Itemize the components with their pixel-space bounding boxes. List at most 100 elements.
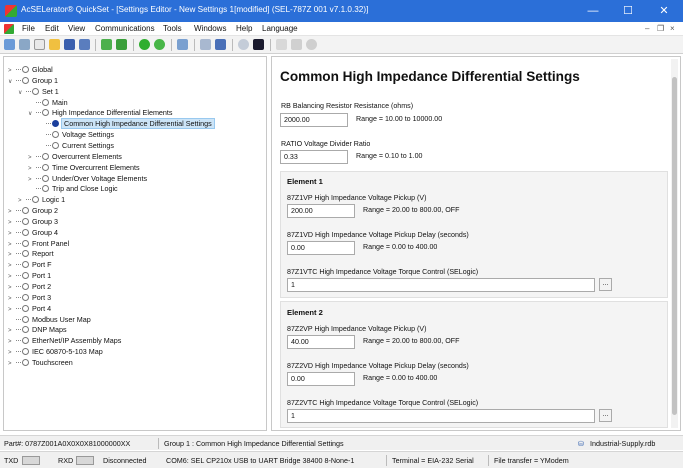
tree-node-label: Logic 1: [42, 195, 66, 205]
edit-icon[interactable]: [177, 39, 188, 50]
connect-icon[interactable]: [238, 39, 249, 50]
tree-connector: [16, 220, 21, 222]
87z2vd-input[interactable]: 0.00: [287, 372, 355, 386]
tree-node[interactable]: ∨ Set 1: [18, 86, 59, 97]
tree-node-label: Overcurrent Elements: [52, 151, 122, 161]
mdi-minimize-button[interactable]: –: [645, 24, 649, 33]
tree-node-label: Modbus User Map: [32, 314, 91, 324]
tree-node[interactable]: > Report: [8, 248, 54, 259]
tree-node[interactable]: > Port 2: [8, 281, 51, 292]
87z1vd-input[interactable]: 0.00: [287, 241, 355, 255]
tree-node[interactable]: > Port F: [8, 259, 52, 270]
87z1vp-input[interactable]: 200.00: [287, 204, 355, 218]
filter-icon[interactable]: [215, 39, 226, 50]
menu-edit[interactable]: Edit: [45, 24, 59, 33]
report-icon[interactable]: [276, 39, 287, 50]
tree-node-label: Time Overcurrent Elements: [52, 162, 140, 172]
rb-input[interactable]: 2000.00: [280, 113, 348, 127]
tree-node[interactable]: > Overcurrent Elements: [28, 151, 122, 162]
tree-node-label: Port 1: [32, 271, 52, 281]
refresh-icon[interactable]: [154, 39, 165, 50]
tree-node[interactable]: > Front Panel: [8, 238, 69, 249]
tree-node[interactable]: > Group 2: [8, 205, 58, 216]
tree-node[interactable]: Trip and Close Logic: [28, 183, 118, 194]
help-icon[interactable]: [306, 39, 317, 50]
tree-node[interactable]: > Port 3: [8, 292, 51, 303]
tree-node[interactable]: > Port 1: [8, 270, 51, 281]
tree-node[interactable]: > Group 3: [8, 216, 58, 227]
87z2vp-input[interactable]: 40.00: [287, 335, 355, 349]
node-circle-icon: [52, 131, 59, 139]
menu-communications[interactable]: Communications: [95, 24, 155, 33]
toolbar-separator: [270, 39, 271, 51]
menu-help[interactable]: Help: [236, 24, 252, 33]
tree-node[interactable]: > Touchscreen: [8, 357, 73, 368]
close-button[interactable]: ✕: [647, 0, 681, 22]
menu-tools[interactable]: Tools: [163, 24, 182, 33]
read-icon[interactable]: [101, 39, 112, 50]
tree-connector: [16, 264, 21, 266]
87z1vtc-label: 87Z1VTC High Impedance Voltage Torque Co…: [287, 268, 479, 276]
tree-node[interactable]: ∨ Group 1: [8, 75, 58, 86]
scrollbar-thumb[interactable]: [672, 77, 677, 415]
expand-chevron-icon[interactable]: ∨: [18, 88, 26, 99]
tree-node[interactable]: > Logic 1: [18, 194, 65, 205]
tree-connector: [16, 79, 21, 81]
settings-path: Group 1 : Common High Impedance Differen…: [164, 439, 344, 448]
go-icon[interactable]: [139, 39, 150, 50]
tree-node[interactable]: > EtherNet/IP Assembly Maps: [8, 335, 121, 346]
tree-connector: [26, 90, 31, 92]
terminal-icon[interactable]: [253, 39, 264, 50]
tree-node[interactable]: Voltage Settings: [38, 129, 114, 140]
tree-node-label: Touchscreen: [32, 357, 73, 367]
tree-node[interactable]: Main: [28, 97, 68, 108]
87z1vtc-input[interactable]: 1: [287, 278, 595, 292]
view-icon[interactable]: [291, 39, 302, 50]
save-icon[interactable]: [64, 39, 75, 50]
mdi-restore-button[interactable]: ❐: [657, 24, 664, 33]
tree-node[interactable]: > IEC 60870-5-103 Map: [8, 346, 103, 357]
menu-file[interactable]: File: [22, 24, 35, 33]
save-all-icon[interactable]: [79, 39, 90, 50]
87z1vtc-expression-button[interactable]: ...: [599, 278, 612, 291]
send-icon[interactable]: [116, 39, 127, 50]
tree-node[interactable]: ∨ High Impedance Differential Elements: [28, 107, 173, 118]
tree-node-label: Port 2: [32, 282, 52, 291]
tree-node[interactable]: > Port 4: [8, 303, 51, 314]
node-circle-icon: [22, 326, 29, 334]
maximize-button[interactable]: ☐: [611, 0, 645, 22]
ratio-input[interactable]: 0.33: [280, 150, 348, 164]
expand-chevron-icon[interactable]: >: [8, 359, 16, 370]
menu-language[interactable]: Language: [262, 24, 298, 33]
tree-node[interactable]: Current Settings: [38, 140, 114, 151]
tree-node[interactable]: > Global: [8, 64, 53, 75]
node-circle-icon: [22, 293, 29, 301]
tree-connector: [16, 307, 21, 309]
open-folder-icon[interactable]: [49, 39, 60, 50]
tree-node[interactable]: Common High Impedance Differential Setti…: [38, 118, 215, 130]
tree-node[interactable]: > DNP Maps: [8, 324, 67, 335]
compare-icon[interactable]: [200, 39, 211, 50]
document-icon[interactable]: [4, 24, 14, 34]
settings-icon[interactable]: [19, 39, 30, 50]
tree-node[interactable]: > Time Overcurrent Elements: [28, 162, 140, 173]
database-file: Industrial-Supply.rdb: [590, 439, 656, 448]
mdi-close-button[interactable]: ×: [670, 24, 675, 33]
com-port-info: COM6: SEL CP210x USB to UART Bridge 3840…: [166, 456, 355, 465]
settings-tree: > Global ∨ Group 1 ∨ Set 1 Main ∨ High Impedance…: [3, 56, 267, 431]
expand-chevron-icon[interactable]: ∨: [8, 77, 16, 88]
tree-node[interactable]: Modbus User Map: [8, 314, 91, 325]
vertical-scrollbar[interactable]: [671, 59, 678, 428]
tree-node[interactable]: > Under/Over Voltage Elements: [28, 173, 147, 184]
tree-node[interactable]: > Group 4: [8, 227, 58, 238]
document-icon[interactable]: [34, 39, 45, 50]
minimize-button[interactable]: —: [576, 0, 610, 22]
87z2vtc-expression-button[interactable]: ...: [599, 409, 612, 422]
tree-node-label: Global: [32, 65, 53, 74]
new-icon[interactable]: [4, 39, 15, 50]
tree-connector: [36, 177, 41, 179]
expand-chevron-icon[interactable]: ∨: [28, 109, 36, 120]
87z2vtc-input[interactable]: 1: [287, 409, 595, 423]
menu-windows[interactable]: Windows: [194, 24, 226, 33]
menu-view[interactable]: View: [68, 24, 85, 33]
